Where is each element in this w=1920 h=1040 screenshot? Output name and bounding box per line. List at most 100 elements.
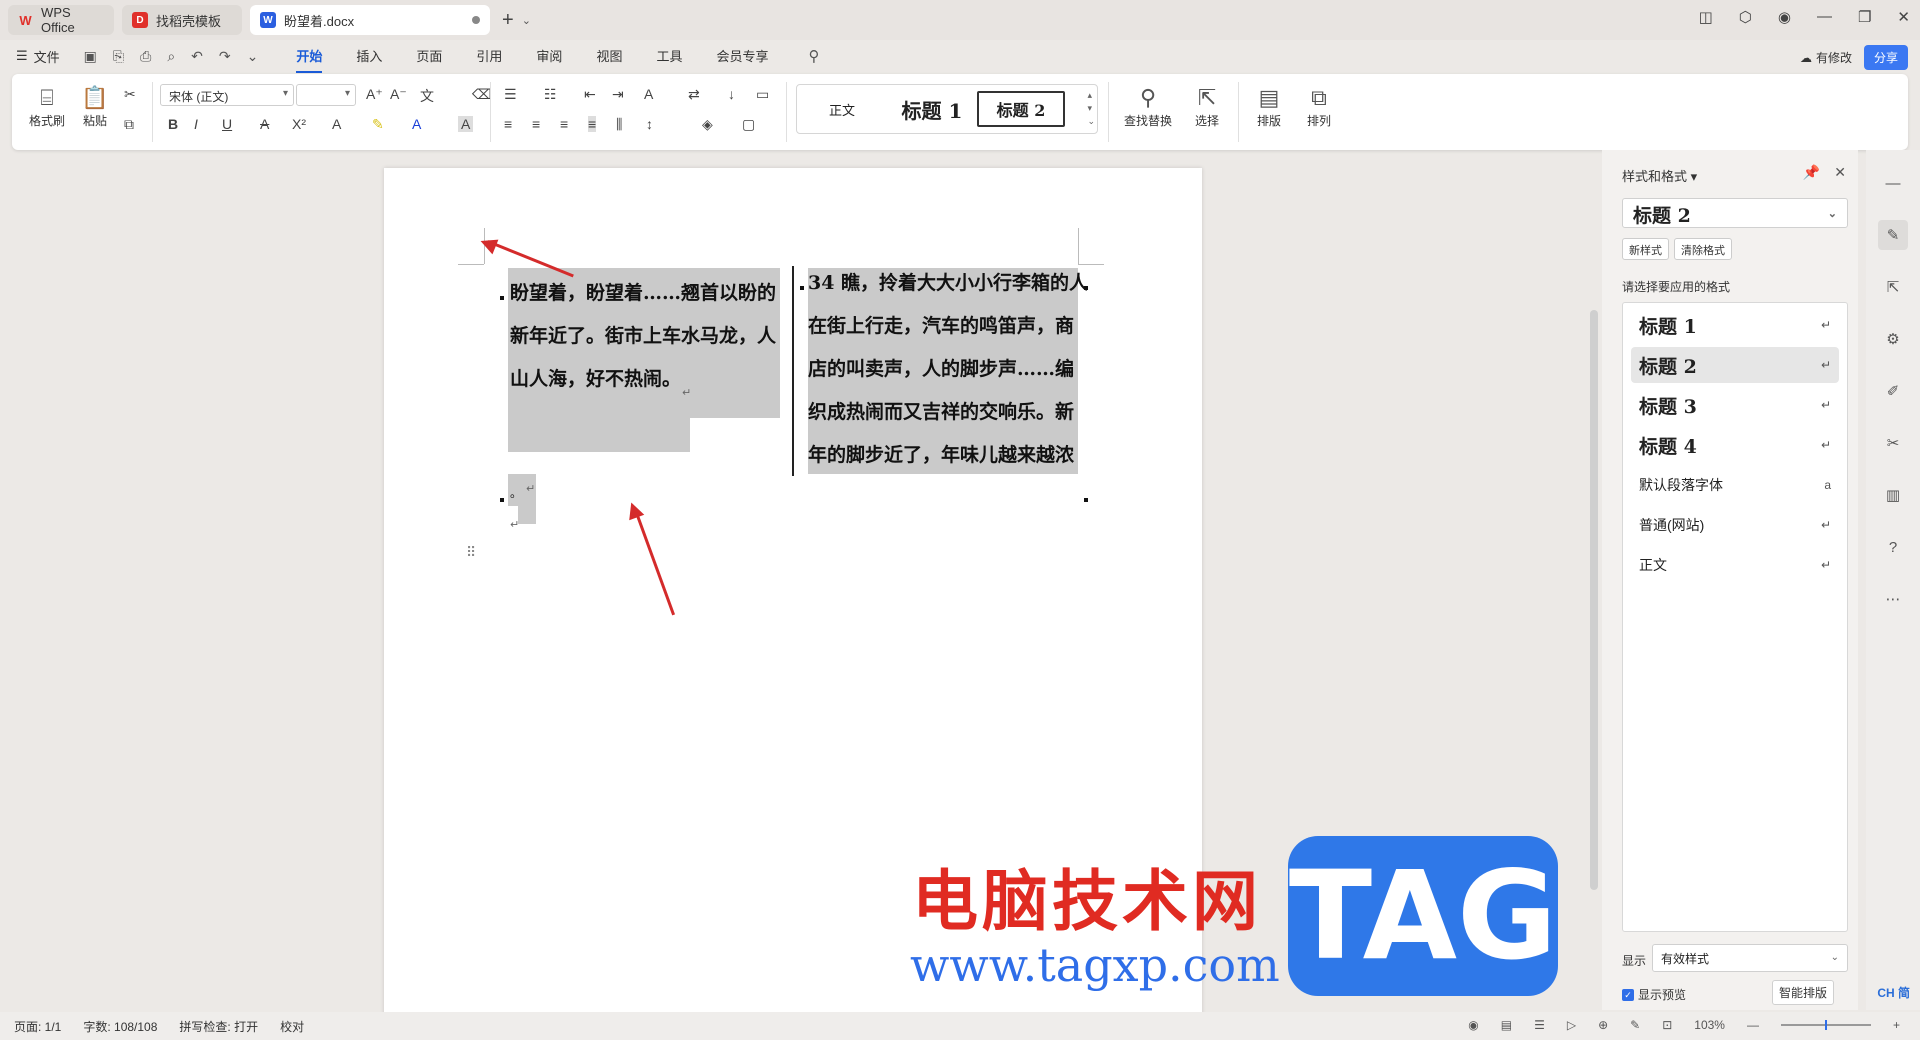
strikethrough-icon[interactable]: A — [260, 116, 269, 132]
modified-button[interactable]: ☁ 有修改 — [1800, 49, 1852, 66]
find-replace-button[interactable]: ⚲ 查找替换 — [1118, 84, 1178, 129]
style-pen-icon[interactable]: ✎ — [1878, 220, 1908, 250]
pin-icon[interactable]: 📌 — [1803, 164, 1820, 181]
list-item[interactable]: 标题 4 ↵ — [1631, 427, 1839, 463]
share-button[interactable]: 分享 — [1863, 45, 1908, 70]
unsaved-dot-icon[interactable] — [472, 16, 480, 24]
outline-view-icon[interactable]: ☰ — [1534, 1018, 1545, 1032]
more-chevron-icon[interactable]: ⌄ — [247, 48, 259, 65]
pen-icon[interactable]: ✎ — [1630, 1018, 1640, 1032]
align-center-icon[interactable]: ≡ — [532, 116, 540, 132]
tab-template[interactable]: D 找稻壳模板 — [122, 5, 242, 35]
align-right-icon[interactable]: ≡ — [560, 116, 568, 132]
left-column-text[interactable]: 盼望着，盼望着……翘首以盼的 新年近了。街市上车水马龙，人 山人海，好不热闹。 — [510, 272, 776, 401]
text-direction-icon[interactable]: ⇄ — [688, 86, 700, 103]
smart-layout-button[interactable]: 智能排版 — [1772, 980, 1835, 1005]
show-preview-checkbox[interactable]: ✓ 显示预览 — [1622, 986, 1686, 1003]
export-icon[interactable]: ⎘ — [113, 48, 124, 65]
clear-format-button[interactable]: 清除格式 — [1674, 238, 1732, 260]
style-heading-1[interactable]: 标题 1 — [887, 95, 977, 124]
shrink-font-icon[interactable]: A⁻ — [390, 86, 407, 103]
style-heading-2[interactable]: 标题 2 — [977, 91, 1065, 127]
select-button[interactable]: ⇱ 选择 — [1182, 84, 1232, 129]
vertical-scrollbar[interactable] — [1590, 310, 1598, 890]
bullet-list-icon[interactable]: ☰ — [504, 86, 517, 103]
list-item[interactable]: 普通(网站) ↵ — [1631, 507, 1839, 543]
tab-insert[interactable]: 插入 — [356, 40, 382, 73]
font-size-select[interactable]: ▾ — [296, 84, 356, 106]
show-marks-icon[interactable]: ▭ — [756, 86, 769, 103]
chinese-layout-icon[interactable]: A — [644, 86, 653, 102]
tab-reference[interactable]: 引用 — [476, 40, 502, 73]
spell-check[interactable]: 拼写检查: 打开 — [179, 1018, 258, 1035]
tab-home[interactable]: 开始 — [296, 40, 323, 73]
preview-icon[interactable]: ⌕ — [167, 48, 175, 65]
list-item[interactable]: 默认段落字体 a — [1631, 467, 1839, 503]
eye-protect-icon[interactable]: ◉ — [1468, 1018, 1478, 1032]
justify-icon[interactable]: ≡ — [588, 116, 597, 132]
font-name-select[interactable]: 宋体 (正文) ▾ — [160, 84, 294, 106]
superscript-icon[interactable]: X² — [292, 116, 306, 132]
redo-icon[interactable]: ↷ — [219, 48, 231, 65]
tab-document[interactable]: W 盼望着.docx — [250, 5, 490, 35]
format-painter-button[interactable]: ⌸ 格式刷 — [26, 84, 68, 129]
cube-icon[interactable]: ⬡ — [1739, 8, 1752, 26]
gallery-scroll-icon[interactable]: ▴ ▾ ⌄ — [1087, 89, 1095, 128]
tab-tools[interactable]: 工具 — [656, 40, 682, 73]
panel-title[interactable]: 样式和格式 ▾ — [1622, 166, 1697, 185]
font-color-icon[interactable]: A — [412, 116, 421, 132]
line-spacing-icon[interactable]: ↕ — [646, 116, 653, 132]
right-column-text[interactable]: 34 瞧，拎着大大小小行李箱的人 在街上行走，汽车的鸣笛声，商 店的叫卖声，人的… — [808, 262, 1088, 477]
list-item[interactable]: 标题 2 ↵ — [1631, 347, 1839, 383]
italic-icon[interactable]: I — [194, 116, 198, 132]
layout-button[interactable]: ▤ 排版 — [1246, 84, 1292, 129]
zoom-in-icon[interactable]: + — [1893, 1018, 1900, 1032]
tab-view[interactable]: 视图 — [596, 40, 622, 73]
clear-format-eraser-icon[interactable]: ⌫ — [472, 86, 492, 103]
shading-icon[interactable]: ◈ — [702, 116, 713, 133]
zoom-out-icon[interactable]: — — [1747, 1018, 1759, 1032]
close-icon[interactable]: ✕ — [1834, 164, 1846, 181]
zoom-level[interactable]: 103% — [1694, 1018, 1725, 1032]
tools-icon[interactable]: ✂ — [1878, 428, 1908, 458]
page-count[interactable]: 页面: 1/1 — [14, 1018, 61, 1035]
zoom-slider[interactable] — [1780, 1020, 1871, 1030]
word-count[interactable]: 字数: 108/108 — [83, 1018, 157, 1035]
proofread[interactable]: 校对 — [280, 1018, 304, 1035]
fit-page-icon[interactable]: ⊡ — [1662, 1018, 1672, 1032]
border-icon[interactable]: ▢ — [742, 116, 755, 133]
text-effect-icon[interactable]: A — [332, 116, 341, 132]
close-icon[interactable]: ✕ — [1897, 8, 1910, 26]
collapse-icon[interactable]: — — [1878, 168, 1908, 198]
avatar[interactable]: ◉ — [1778, 8, 1791, 26]
highlight-icon[interactable]: ✎ — [372, 116, 384, 133]
sort-icon[interactable]: ↓ — [728, 86, 735, 102]
number-list-icon[interactable]: ☷ — [544, 86, 557, 103]
list-item[interactable]: 标题 1 ↵ — [1631, 307, 1839, 343]
list-item[interactable]: 标题 3 ↵ — [1631, 387, 1839, 423]
phonetic-icon[interactable]: 文 — [420, 86, 434, 106]
properties-sliders-icon[interactable]: ⚙ — [1878, 324, 1908, 354]
page-view-icon[interactable]: ▤ — [1501, 1018, 1512, 1032]
underline-icon[interactable]: U — [222, 116, 232, 132]
drag-handle-icon[interactable]: ⠿ — [466, 544, 476, 561]
arrange-button[interactable]: ⧉ 排列 — [1296, 84, 1342, 129]
search-icon[interactable]: ⚲ — [808, 47, 819, 65]
tab-review[interactable]: 审阅 — [536, 40, 562, 73]
help-icon[interactable]: ? — [1878, 532, 1908, 562]
grow-font-icon[interactable]: A⁺ — [366, 86, 383, 103]
edit-doc-icon[interactable]: ✐ — [1878, 376, 1908, 406]
tab-wps-office[interactable]: W WPS Office — [8, 5, 114, 35]
restore-icon[interactable]: ❐ — [1858, 8, 1871, 26]
play-icon[interactable]: ▷ — [1567, 1018, 1576, 1032]
add-tab-icon[interactable]: + — [502, 9, 514, 32]
save-icon[interactable]: ▣ — [84, 48, 97, 65]
current-style-select[interactable]: 标题 2 ⌄ — [1622, 198, 1848, 228]
web-view-icon[interactable]: ⊕ — [1598, 1018, 1608, 1032]
tab-page[interactable]: 页面 — [416, 40, 442, 73]
minimize-icon[interactable]: — — [1817, 8, 1832, 26]
cut-icon[interactable]: ✂ — [124, 86, 136, 103]
select-cursor-icon[interactable]: ⇱ — [1878, 272, 1908, 302]
reading-icon[interactable]: ▥ — [1878, 480, 1908, 510]
increase-indent-icon[interactable]: ⇥ — [612, 86, 624, 103]
